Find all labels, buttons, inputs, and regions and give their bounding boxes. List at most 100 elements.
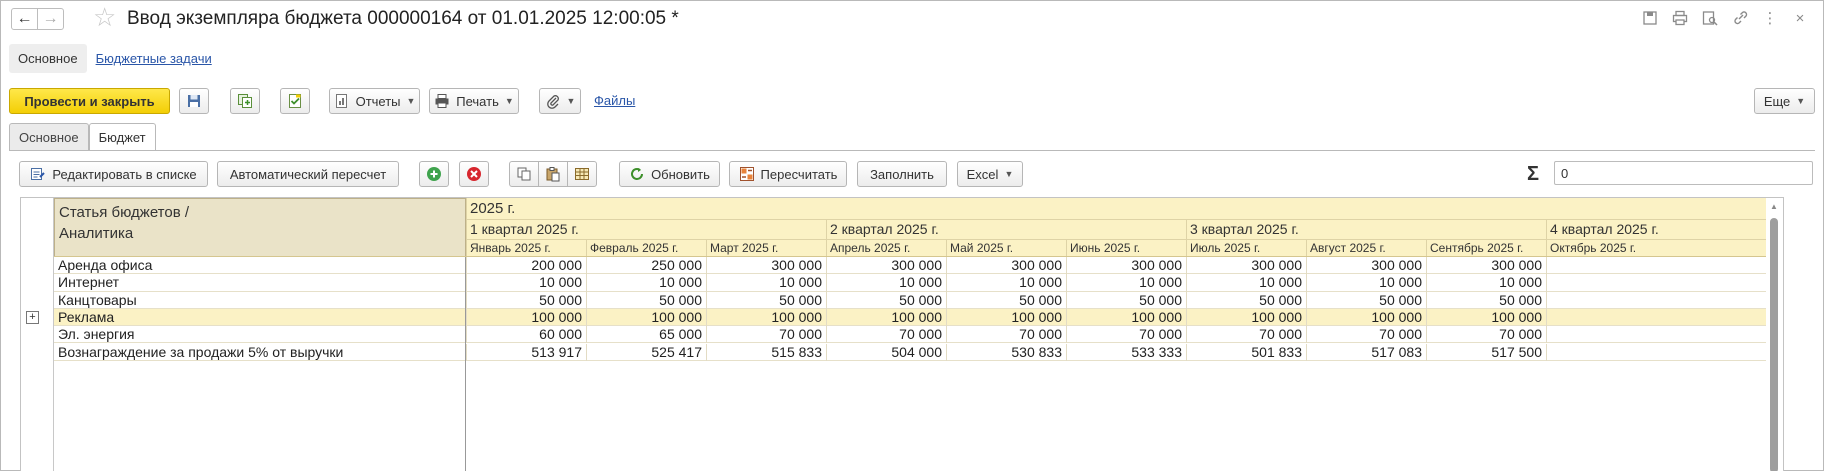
preview-icon[interactable]: [1695, 7, 1725, 29]
row-article-name[interactable]: Вознаграждение за продажи 5% от выручки: [54, 344, 466, 361]
row-value-cell[interactable]: 525 417: [586, 343, 706, 361]
row-value-cell[interactable]: 10 000: [466, 274, 586, 292]
close-icon[interactable]: ×: [1785, 7, 1815, 29]
month-header[interactable]: Март 2025 г.: [706, 240, 826, 257]
row-value-cell[interactable]: 300 000: [1186, 257, 1306, 275]
post-document-button[interactable]: [280, 88, 310, 114]
month-header[interactable]: Июль 2025 г.: [1186, 240, 1306, 257]
month-header[interactable]: Май 2025 г.: [946, 240, 1066, 257]
row-value-cell[interactable]: 100 000: [1186, 308, 1306, 327]
row-value-cell[interactable]: 501 833: [1186, 343, 1306, 361]
quarter-header[interactable]: 1 квартал 2025 г.: [466, 220, 826, 240]
favorite-star-icon[interactable]: ☆: [93, 4, 116, 30]
month-header[interactable]: Сентябрь 2025 г.: [1426, 240, 1546, 257]
table-row[interactable]: Реклама 100 000 100 000 100 000 100 000 100 0…: [54, 308, 1766, 327]
row-value-cell[interactable]: 50 000: [826, 291, 946, 309]
table-row[interactable]: Интернет 10 000 10 000 10 000 10 000 10 000 10…: [54, 274, 1766, 292]
row-value-cell[interactable]: 100 000: [946, 308, 1066, 327]
row-value-cell[interactable]: 200 000: [466, 257, 586, 275]
row-value-cell[interactable]: 533 333: [1066, 343, 1186, 361]
month-header[interactable]: Апрель 2025 г.: [826, 240, 946, 257]
tab-main[interactable]: Основное: [9, 123, 89, 150]
row-value-cell[interactable]: 100 000: [1426, 308, 1546, 327]
print-icon[interactable]: [1665, 7, 1695, 29]
table-row[interactable]: Канцтовары 50 000 50 000 50 000 50 000 50 000…: [54, 291, 1766, 309]
row-value-cell[interactable]: 300 000: [706, 257, 826, 275]
month-header[interactable]: Январь 2025 г.: [466, 240, 586, 257]
row-value-cell[interactable]: 517 500: [1426, 343, 1546, 361]
refresh-button[interactable]: Обновить: [619, 161, 720, 187]
save-icon[interactable]: [1635, 7, 1665, 29]
name-column-header[interactable]: Статья бюджетов / Аналитика: [54, 198, 466, 257]
row-value-cell[interactable]: 100 000: [1066, 308, 1186, 327]
edit-in-list-button[interactable]: Редактировать в списке: [19, 161, 208, 187]
quarter-header[interactable]: 2 квартал 2025 г.: [826, 220, 1186, 240]
row-value-cell[interactable]: 517 083: [1306, 343, 1426, 361]
row-value-cell[interactable]: 10 000: [586, 274, 706, 292]
row-value-cell[interactable]: 10 000: [1306, 274, 1426, 292]
row-value-cell[interactable]: 504 000: [826, 343, 946, 361]
save-button[interactable]: [179, 88, 209, 114]
post-and-close-button[interactable]: Провести и закрыть: [9, 88, 170, 114]
row-value-cell[interactable]: 65 000: [586, 326, 706, 344]
row-value-cell[interactable]: 60 000: [466, 326, 586, 344]
attachments-button[interactable]: ▼: [539, 88, 581, 114]
row-value-cell[interactable]: [1546, 308, 1666, 327]
row-value-cell[interactable]: 300 000: [1306, 257, 1426, 275]
copy-document-button[interactable]: [230, 88, 260, 114]
row-value-cell[interactable]: 10 000: [946, 274, 1066, 292]
month-header[interactable]: Июнь 2025 г.: [1066, 240, 1186, 257]
row-article-name[interactable]: Аренда офиса: [54, 257, 466, 274]
sum-field[interactable]: [1554, 161, 1813, 185]
link-icon[interactable]: [1725, 7, 1755, 29]
row-value-cell[interactable]: 530 833: [946, 343, 1066, 361]
row-value-cell[interactable]: [1546, 257, 1666, 275]
table-row[interactable]: Эл. энергия 60 000 65 000 70 000 70 000 70 00…: [54, 326, 1766, 344]
reports-button[interactable]: Отчеты ▼: [329, 88, 420, 114]
row-value-cell[interactable]: 70 000: [1306, 326, 1426, 344]
row-value-cell[interactable]: 100 000: [706, 308, 826, 327]
more-vertical-icon[interactable]: ⋮: [1755, 7, 1785, 29]
month-header[interactable]: Август 2025 г.: [1306, 240, 1426, 257]
row-value-cell[interactable]: 70 000: [1426, 326, 1546, 344]
row-value-cell[interactable]: 100 000: [826, 308, 946, 327]
add-row-button[interactable]: [419, 161, 449, 187]
row-value-cell[interactable]: 70 000: [1066, 326, 1186, 344]
table-row[interactable]: Аренда офиса 200 000 250 000 300 000 300 000…: [54, 257, 1766, 275]
row-value-cell[interactable]: 70 000: [706, 326, 826, 344]
row-value-cell[interactable]: 250 000: [586, 257, 706, 275]
row-value-cell[interactable]: 10 000: [1186, 274, 1306, 292]
recalculate-button[interactable]: Пересчитать: [729, 161, 847, 187]
tab-budget[interactable]: Бюджет: [88, 123, 156, 151]
print-button[interactable]: Печать ▼: [429, 88, 519, 114]
row-article-name[interactable]: Канцтовары: [54, 292, 466, 309]
row-value-cell[interactable]: 70 000: [946, 326, 1066, 344]
row-value-cell[interactable]: 300 000: [946, 257, 1066, 275]
quarter-header[interactable]: 4 квартал 2025 г.: [1546, 220, 1783, 240]
table-row[interactable]: Вознаграждение за продажи 5% от выручки 5…: [54, 343, 1766, 361]
row-value-cell[interactable]: 100 000: [586, 308, 706, 327]
back-button[interactable]: ←: [11, 8, 38, 30]
section-main[interactable]: Основное: [9, 43, 87, 73]
row-value-cell[interactable]: 300 000: [1426, 257, 1546, 275]
row-value-cell[interactable]: 100 000: [1306, 308, 1426, 327]
fill-button[interactable]: Заполнить: [857, 161, 947, 187]
row-value-cell[interactable]: 10 000: [1426, 274, 1546, 292]
row-value-cell[interactable]: 50 000: [1306, 291, 1426, 309]
row-value-cell[interactable]: 50 000: [586, 291, 706, 309]
row-article-name[interactable]: Реклама: [54, 309, 466, 326]
row-value-cell[interactable]: 100 000: [466, 308, 586, 327]
section-budget-tasks-link[interactable]: Бюджетные задачи: [96, 51, 212, 66]
scroll-up-icon[interactable]: ▲: [1770, 202, 1778, 211]
delete-row-button[interactable]: [459, 161, 489, 187]
paste-button[interactable]: [538, 161, 568, 187]
row-value-cell[interactable]: [1546, 343, 1666, 361]
row-value-cell[interactable]: [1546, 326, 1666, 344]
row-value-cell[interactable]: 300 000: [826, 257, 946, 275]
vertical-scrollbar[interactable]: ▲: [1766, 198, 1783, 471]
row-value-cell[interactable]: 10 000: [1066, 274, 1186, 292]
row-value-cell[interactable]: 300 000: [1066, 257, 1186, 275]
excel-button[interactable]: Excel ▼: [957, 161, 1023, 187]
more-button[interactable]: Еще ▼: [1754, 88, 1815, 114]
row-value-cell[interactable]: 513 917: [466, 343, 586, 361]
